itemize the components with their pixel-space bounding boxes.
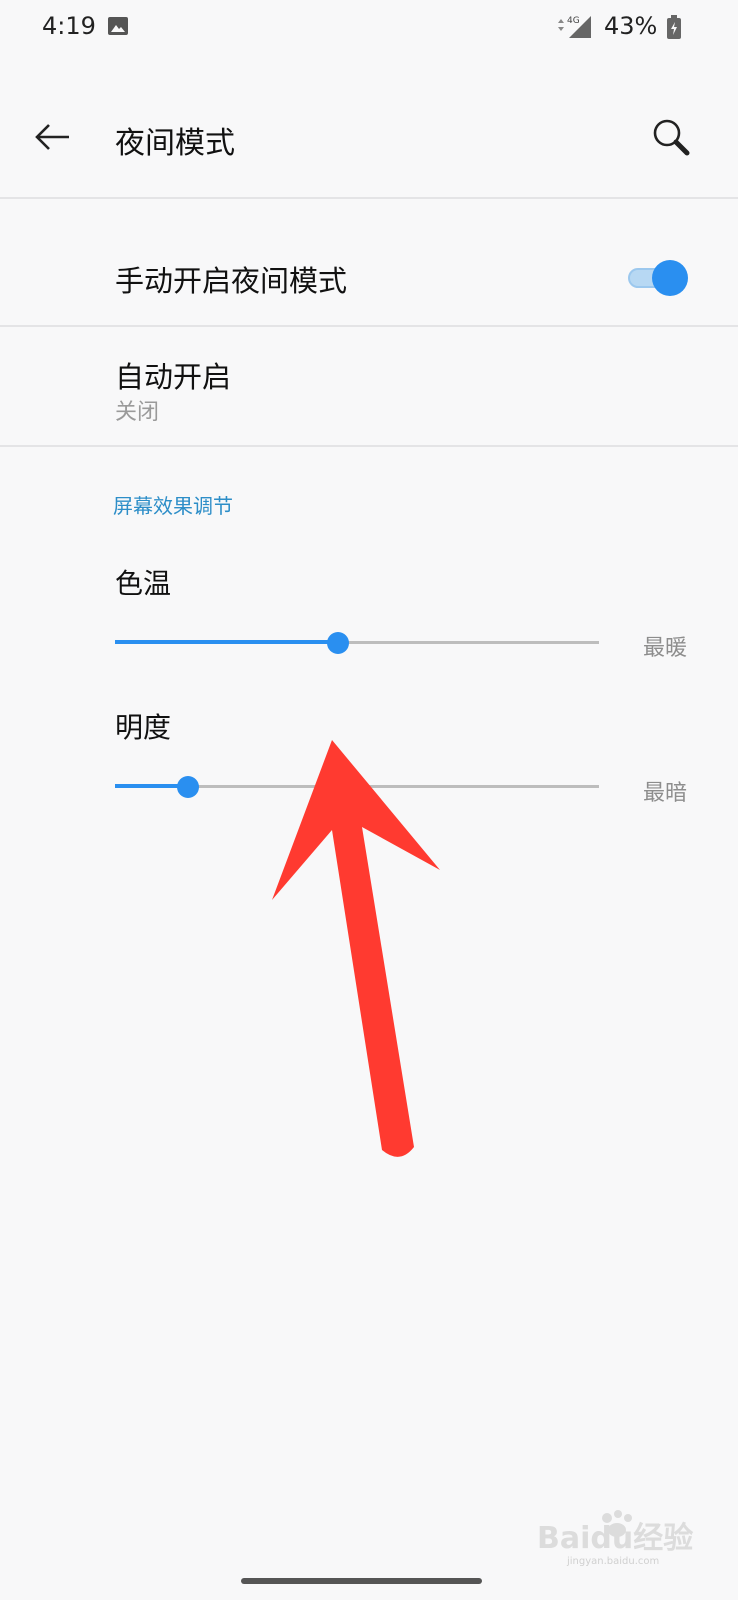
brightness-label: 明度	[115, 711, 172, 744]
signal-icon: 4G	[555, 14, 595, 40]
gallery-icon	[107, 16, 129, 36]
brightness-end-label: 最暗	[643, 781, 688, 806]
row-divider	[0, 445, 738, 447]
watermark-subtext: jingyan.baidu.com	[566, 1556, 659, 1566]
color-temperature-end-label: 最暖	[643, 636, 688, 661]
back-arrow-icon	[35, 124, 69, 150]
baidu-watermark: Baidu经验 jingyan.baidu.com	[535, 1508, 695, 1567]
color-temperature-slider[interactable]	[115, 628, 599, 658]
section-header: 屏幕效果调节	[113, 494, 233, 518]
toggle-knob	[652, 260, 688, 296]
manual-night-mode-label: 手动开启夜间模式	[115, 264, 348, 298]
battery-percent: 43%	[604, 12, 658, 40]
appbar-divider	[0, 197, 738, 199]
annotation-arrow	[262, 735, 452, 1165]
home-indicator[interactable]	[241, 1578, 482, 1584]
search-button[interactable]	[646, 112, 696, 162]
back-button[interactable]	[28, 112, 78, 162]
manual-night-mode-toggle[interactable]	[628, 260, 688, 296]
slider-thumb[interactable]	[327, 632, 349, 654]
slider-fill	[115, 640, 338, 644]
page-title: 夜间模式	[115, 126, 235, 161]
auto-enable-value: 关闭	[115, 400, 160, 425]
auto-enable-label: 自动开启	[115, 360, 232, 394]
row-divider	[0, 325, 738, 327]
battery-icon	[666, 14, 682, 40]
manual-night-mode-row[interactable]: 手动开启夜间模式	[0, 228, 738, 326]
slider-thumb[interactable]	[177, 776, 199, 798]
watermark-text: Baidu经验	[537, 1521, 693, 1556]
network-type-label: 4G	[567, 16, 580, 26]
status-time: 4:19	[42, 12, 96, 40]
auto-enable-row[interactable]: 自动开启 关闭	[0, 330, 738, 445]
color-temperature-label: 色温	[115, 567, 172, 600]
search-icon	[653, 119, 690, 156]
